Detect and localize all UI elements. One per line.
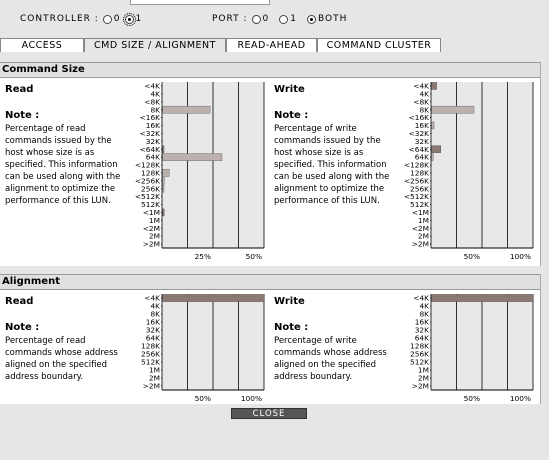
tab-bar: ACCESS CMD SIZE / ALIGNMENT READ-AHEAD C… <box>0 38 441 54</box>
chart-x-tick-label: 100% <box>241 394 262 403</box>
align-write-label: Write <box>274 296 305 307</box>
chart-bar <box>162 177 165 185</box>
top-dropdown-stub[interactable] <box>130 0 270 5</box>
chart-x-tick-label: 25% <box>195 252 211 261</box>
tab-command-cluster[interactable]: COMMAND CLUSTER <box>317 38 441 52</box>
controller-radio-1[interactable] <box>122 12 136 26</box>
controller-radio-1-label: 1 <box>135 14 143 24</box>
chart-bar <box>431 294 534 302</box>
port-radio-both-label: BOTH <box>317 14 348 24</box>
port-group: PORT : 0 1 BOTH <box>212 14 347 24</box>
port-radio-0[interactable] <box>251 14 261 24</box>
cmdsize-write-note-text: Percentage of write commands issued by t… <box>274 124 390 206</box>
chart-bar <box>162 208 165 217</box>
chart-bar <box>431 105 475 114</box>
chart-tick-label: >2M <box>412 240 429 249</box>
command-size-title: Command Size <box>0 62 540 78</box>
port-radio-both[interactable] <box>306 14 316 24</box>
port-radio-1[interactable] <box>279 14 289 24</box>
port-radio-1-label: 1 <box>290 14 297 24</box>
chart-bar <box>431 82 437 90</box>
chart-bar <box>162 169 170 177</box>
controller-radio-0-label: 0 <box>113 14 121 24</box>
align-read-note: Note : Percentage of read commands whose… <box>5 322 121 383</box>
chart-bar <box>162 105 211 114</box>
chart-bar <box>431 145 442 153</box>
top-bar: CONTROLLER : 0 1 PORT : 0 1 BOTH <box>0 0 549 34</box>
controller-radio-0[interactable] <box>102 14 112 24</box>
chart-tick-label: >2M <box>412 382 429 391</box>
chart-tick-label: >2M <box>143 240 160 249</box>
port-label: PORT : <box>212 14 248 24</box>
align-write-note: Note : Percentage of write commands whos… <box>274 322 390 383</box>
alignment-title: Alignment <box>0 274 540 290</box>
chart-x-tick-label: 50% <box>195 394 211 403</box>
align-read-note-title: Note : <box>5 322 40 333</box>
align-read-note-text: Percentage of read commands whose addres… <box>5 336 118 382</box>
cmdsize-read-note-title: Note : <box>5 110 40 121</box>
align-read-label: Read <box>5 296 34 307</box>
controller-label: CONTROLLER : <box>20 14 99 24</box>
chart-bar <box>162 153 223 161</box>
align-read-chart: <4K4K8K16K32K64K128K256K512K1M2M>2M50% 10… <box>141 294 265 403</box>
cmdsize-write-note: Note : Percentage of write commands issu… <box>274 110 390 207</box>
chart-bar <box>162 185 165 193</box>
cmdsize-write-label: Write <box>274 84 305 95</box>
tab-read-ahead[interactable]: READ-AHEAD <box>226 38 317 52</box>
chart-tick-label: >2M <box>143 382 160 391</box>
chart-x-tick-label: 100% <box>510 252 531 261</box>
tab-cmd-size-alignment[interactable]: CMD SIZE / ALIGNMENT <box>84 38 226 52</box>
command-size-section: Command Size Read Note : Percentage of r… <box>0 62 541 266</box>
align-write-note-text: Percentage of write commands whose addre… <box>274 336 387 382</box>
chart-x-tick-label: 50% <box>464 394 480 403</box>
cmdsize-read-note-text: Percentage of read commands issued by th… <box>5 124 121 206</box>
cmdsize-write-chart: <4K4K<8K8K<16K16K<32K32K<64K64K<128K128K… <box>404 82 534 261</box>
port-radio-0-label: 0 <box>262 14 270 24</box>
chart-x-tick-label: 100% <box>510 394 531 403</box>
controller-group: CONTROLLER : 0 1 <box>20 12 143 26</box>
cmdsize-read-note: Note : Percentage of read commands issue… <box>5 110 121 207</box>
tab-access[interactable]: ACCESS <box>0 38 84 52</box>
cmdsize-write-note-title: Note : <box>274 110 309 121</box>
chart-x-tick-label: 50% <box>246 252 262 261</box>
close-button[interactable]: CLOSE <box>231 408 307 419</box>
chart-bar <box>431 121 435 130</box>
chart-bar <box>431 153 434 161</box>
chart-bar <box>162 145 165 153</box>
chart-x-tick-label: 50% <box>464 252 480 261</box>
cmdsize-read-label: Read <box>5 84 34 95</box>
cmdsize-read-chart: <4K4K<8K8K<16K16K<32K32K<64K64K<128K128K… <box>135 82 265 261</box>
align-write-chart: <4K4K8K16K32K64K128K256K512K1M2M>2M50% 10… <box>410 294 534 403</box>
align-write-note-title: Note : <box>274 322 309 333</box>
chart-bar <box>162 294 265 302</box>
alignment-section: Alignment Read Note : Percentage of read… <box>0 274 541 404</box>
